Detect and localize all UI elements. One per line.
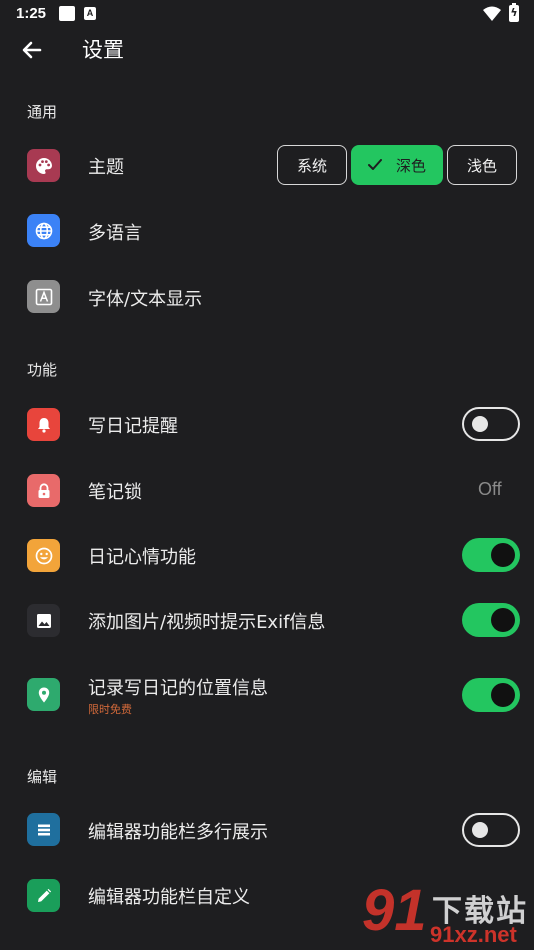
reminder-row[interactable]: 写日记提醒 [0,391,534,457]
palette-icon [27,149,60,182]
back-arrow-icon[interactable] [18,36,46,64]
location-row[interactable]: 记录写日记的位置信息 限时免费 [0,662,534,728]
theme-option-system-label: 系统 [296,156,327,175]
font-row[interactable]: 字体/文本显示 [0,264,534,330]
smiley-icon [27,539,60,572]
multiline-toolbar-label: 编辑器功能栏多行展示 [88,822,268,843]
image-icon [27,604,60,637]
location-toggle[interactable] [462,678,520,712]
section-header-features: 功能 [27,361,58,379]
exif-label: 添加图片/视频时提示Exif信息 [88,612,326,633]
watermark-url: 91xz.net [430,922,517,947]
multiline-toolbar-toggle[interactable] [462,813,520,847]
theme-option-dark[interactable]: 深色 [351,145,443,185]
lock-status-value: Off [478,479,502,499]
location-label: 记录写日记的位置信息 [88,678,268,699]
font-label: 字体/文本显示 [88,289,203,310]
toggle-knob [491,683,515,707]
mood-row[interactable]: 日记心情功能 [0,522,534,588]
reminder-label: 写日记提醒 [88,416,178,437]
exif-toggle[interactable] [462,603,520,637]
toggle-knob [472,416,488,432]
status-bar: 1:25 A ϟ [0,0,534,28]
mood-label: 日记心情功能 [88,547,196,568]
wifi-icon [483,6,501,21]
watermark-logo: 91 [362,878,427,943]
toggle-knob [491,543,515,567]
location-pin-icon [27,678,60,711]
free-badge: 限时免费 [88,703,132,716]
multiline-toolbar-row[interactable]: 编辑器功能栏多行展示 [0,797,534,863]
section-header-editor: 编辑 [27,768,58,786]
reminder-toggle[interactable] [462,407,520,441]
lock-row[interactable]: 笔记锁 Off [0,457,534,523]
status-time: 1:25 [16,5,47,22]
notification-app-icon: A [84,7,96,20]
toggle-knob [491,608,515,632]
mood-toggle[interactable] [462,538,520,572]
globe-icon [27,214,60,247]
lock-icon [27,474,60,507]
section-header-general: 通用 [27,103,58,121]
custom-toolbar-label: 编辑器功能栏自定义 [88,887,250,908]
language-label: 多语言 [88,223,142,244]
theme-label: 主题 [88,157,124,178]
theme-option-dark-label: 深色 [395,156,426,175]
font-icon [27,280,60,313]
toolbar-rows-icon [27,813,60,846]
bell-icon [27,408,60,441]
language-row[interactable]: 多语言 [0,198,534,264]
toggle-knob [472,822,488,838]
notification-square-icon [59,6,75,21]
page-title: 设置 [82,38,124,62]
check-icon [367,159,382,170]
theme-option-light-label: 浅色 [466,156,497,175]
pencil-icon [27,879,60,912]
theme-option-system[interactable]: 系统 [277,145,347,185]
battery-icon: ϟ [509,3,519,22]
theme-option-light[interactable]: 浅色 [447,145,517,185]
settings-screen: 1:25 A ϟ 设置 通用 主题 系统 深色 浅色 多语言 字体/文本显示 功… [0,0,534,950]
lock-label: 笔记锁 [88,482,142,503]
exif-row[interactable]: 添加图片/视频时提示Exif信息 [0,587,534,653]
